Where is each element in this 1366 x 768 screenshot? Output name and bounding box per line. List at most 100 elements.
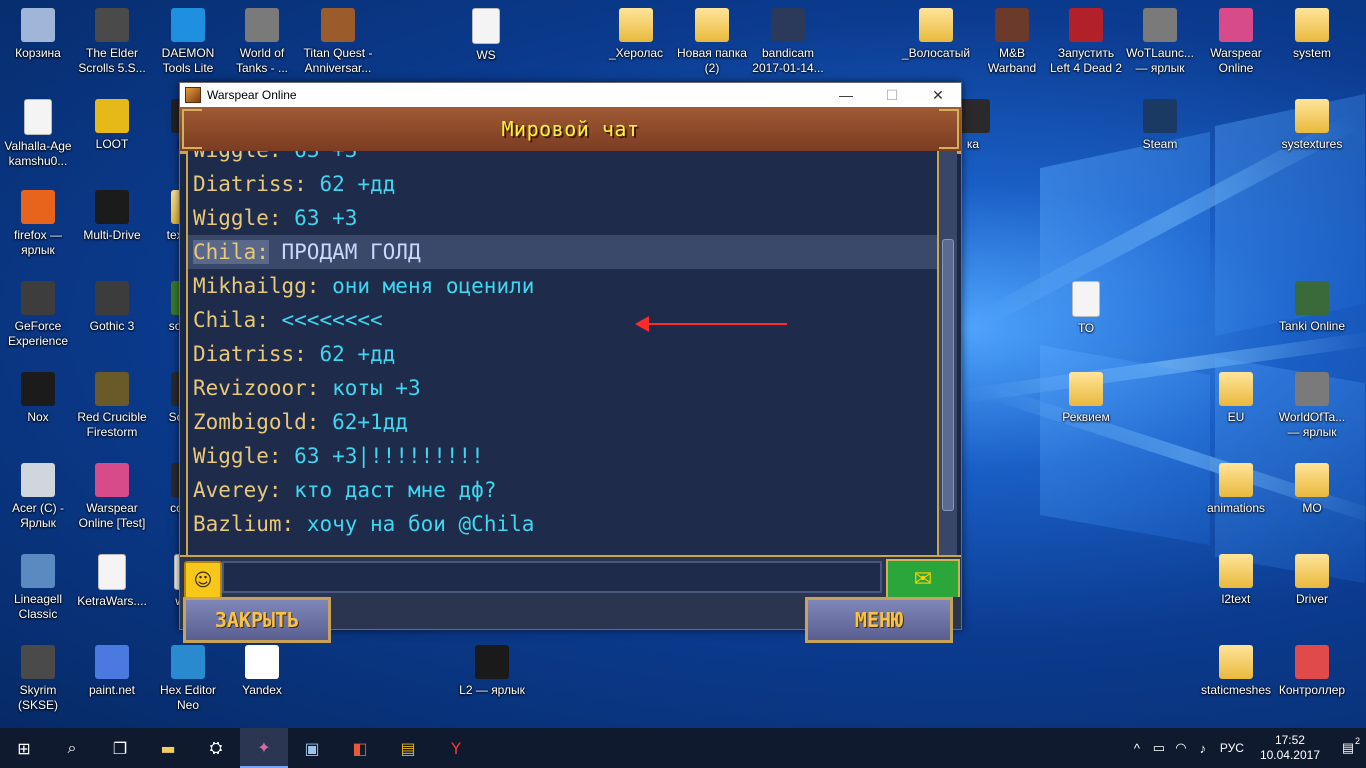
desktop-icon[interactable]: Titan Quest - Anniversar... (300, 8, 376, 76)
chat-nick[interactable]: Wiggle: (193, 444, 282, 468)
desktop-icon[interactable]: DAEMON Tools Lite (150, 8, 226, 76)
minimize-button[interactable]: — (823, 83, 869, 107)
maximize-button[interactable]: ☐ (869, 83, 915, 107)
chat-message[interactable]: Averey: кто даст мне дф? (188, 473, 939, 507)
chat-message[interactable]: Wiggle: 63 +3 (188, 201, 939, 235)
desktop-icon[interactable]: Yandex (224, 645, 300, 698)
warspear-icon[interactable]: ✦ (240, 728, 288, 768)
desktop-icon[interactable]: WS (448, 8, 524, 63)
control-panel-icon[interactable]: ▣ (288, 728, 336, 768)
desktop-icon[interactable]: l2text (1198, 554, 1274, 607)
installer-icon[interactable]: ◧ (336, 728, 384, 768)
desktop-icon[interactable]: Driver (1274, 554, 1350, 607)
desktop-icon[interactable]: firefox — ярлык (0, 190, 76, 258)
desktop-icon[interactable]: LOOT (74, 99, 150, 152)
chat-message[interactable]: Chila: <<<<<<<< (188, 303, 939, 337)
chat-scrollbar[interactable] (937, 151, 957, 555)
clock[interactable]: 17:52 10.04.2017 (1260, 733, 1320, 763)
chat-log[interactable]: Wiggle: 63 +3Diatriss: 62 +ддWiggle: 63 … (186, 151, 939, 555)
desktop-icon[interactable]: Gothic 3 (74, 281, 150, 334)
task-view-icon[interactable]: ❐ (96, 728, 144, 768)
chat-message[interactable]: Wiggle: 63 +3 (188, 151, 939, 167)
desktop-icon[interactable]: _Херолас (598, 8, 674, 61)
loot-icon[interactable]: ▤ (384, 728, 432, 768)
chat-nick[interactable]: Diatriss: (193, 172, 307, 196)
desktop-icon[interactable]: staticmeshes (1198, 645, 1274, 698)
language-indicator[interactable]: РУС (1220, 741, 1244, 755)
start-icon[interactable]: ⊞ (0, 728, 48, 768)
tray-chevron-icon[interactable]: ^ (1126, 741, 1148, 756)
chat-message[interactable]: Revizooor: коты +3 (188, 371, 939, 405)
desktop-icon[interactable]: _Волосатый (898, 8, 974, 61)
desktop-icon[interactable]: Valhalla-Age kamshu0... (0, 99, 76, 169)
desktop-icon[interactable]: Skyrim (SKSE) (0, 645, 76, 713)
desktop-icon[interactable]: Новая папка (2) (674, 8, 750, 76)
warspear-window[interactable]: Warspear Online — ☐ ✕ Мировой чат Wiggle… (179, 82, 962, 643)
chat-message[interactable]: Chila: ПРОДАМ ГОЛД (188, 235, 939, 269)
desktop-icon[interactable]: system (1274, 8, 1350, 61)
smiley-icon[interactable]: ☺ (184, 561, 222, 599)
chat-nick[interactable]: Chila: (193, 240, 269, 264)
desktop-icon[interactable]: Tanki Online (1274, 281, 1350, 334)
desktop-icon[interactable]: Контроллер (1274, 645, 1350, 698)
chat-message[interactable]: Diatriss: 62 +дд (188, 167, 939, 201)
desktop-icon[interactable]: Nox (0, 372, 76, 425)
close-window-button[interactable]: ✕ (915, 83, 961, 107)
desktop-icon[interactable]: Warspear Online (1198, 8, 1274, 76)
world-of-tanks-icon[interactable]: ⛭ (192, 728, 240, 768)
desktop-icon[interactable]: Запустить Left 4 Dead 2 (1048, 8, 1124, 76)
folder-icon (695, 8, 729, 42)
scrollbar-thumb[interactable] (942, 239, 954, 511)
desktop-icon[interactable]: KetraWars.... (74, 554, 150, 609)
desktop-icon[interactable]: Lineagell Classic (0, 554, 76, 622)
chat-message[interactable]: Wiggle: 63 +3|!!!!!!!!! (188, 439, 939, 473)
desktop-icon[interactable]: Multi-Drive (74, 190, 150, 243)
chat-nick[interactable]: Zombigold: (193, 410, 319, 434)
chat-nick[interactable]: Chila: (193, 308, 269, 332)
close-chat-button[interactable]: ЗАКРЫТЬ (183, 597, 331, 643)
send-mail-icon[interactable]: ✉ (886, 559, 960, 599)
volume-icon[interactable]: ♪ (1192, 741, 1214, 756)
desktop-icon[interactable]: systextures (1274, 99, 1350, 152)
desktop-icon[interactable]: Hex Editor Neo (150, 645, 226, 713)
desktop-icon[interactable]: Red Crucible Firestorm (74, 372, 150, 440)
desktop-icon[interactable]: WorldOfTa... — ярлык (1274, 372, 1350, 440)
notifications-icon[interactable]: ▤ 2 (1330, 736, 1366, 756)
desktop-icon[interactable]: animations (1198, 463, 1274, 516)
chat-nick[interactable]: Wiggle: (193, 206, 282, 230)
chat-message[interactable]: Diatriss: 62 +дд (188, 337, 939, 371)
desktop-icon[interactable]: bandicam 2017-01-14... (750, 8, 826, 76)
file-explorer-icon[interactable]: ▬ (144, 728, 192, 768)
chat-message[interactable]: Bazlium: хочу на бои @Chila (188, 507, 939, 541)
chat-input[interactable] (222, 561, 882, 593)
chat-nick[interactable]: Diatriss: (193, 342, 307, 366)
desktop-icon[interactable]: Warspear Online [Test] (74, 463, 150, 531)
window-titlebar[interactable]: Warspear Online — ☐ ✕ (180, 83, 961, 107)
chat-nick[interactable]: Averey: (193, 478, 282, 502)
menu-button[interactable]: МЕНЮ (805, 597, 953, 643)
search-icon[interactable]: ⌕ (48, 728, 96, 768)
desktop-icon[interactable]: Steam (1122, 99, 1198, 152)
desktop-icon[interactable]: Реквием (1048, 372, 1124, 425)
desktop-icon[interactable]: paint.net (74, 645, 150, 698)
chat-nick[interactable]: Revizooor: (193, 376, 319, 400)
desktop-icon[interactable]: The Elder Scrolls 5.S... (74, 8, 150, 76)
desktop-icon[interactable]: GeForce Experience (0, 281, 76, 349)
desktop-icon[interactable]: EU (1198, 372, 1274, 425)
desktop-icon[interactable]: WoTLaunc... — ярлык (1122, 8, 1198, 76)
yandex-icon[interactable]: Y (432, 728, 480, 768)
chat-nick[interactable]: Mikhailgg: (193, 274, 319, 298)
chat-message[interactable]: Zombigold: 62+1дд (188, 405, 939, 439)
chat-message[interactable]: Mikhailgg: они меня оценили (188, 269, 939, 303)
desktop-icon[interactable]: World of Tanks - ... (224, 8, 300, 76)
desktop-icon[interactable]: Корзина (0, 8, 76, 61)
desktop-icon[interactable]: ТО (1048, 281, 1124, 336)
wifi-icon[interactable]: ◠ (1170, 740, 1192, 756)
chat-nick[interactable]: Wiggle: (193, 151, 282, 162)
desktop-icon[interactable]: L2 — ярлык (454, 645, 530, 698)
desktop-icon[interactable]: Acer (C) - Ярлык (0, 463, 76, 531)
battery-icon[interactable]: ▭ (1148, 740, 1170, 756)
desktop-icon[interactable]: M&B Warband (974, 8, 1050, 76)
desktop-icon[interactable]: MO (1274, 463, 1350, 516)
chat-nick[interactable]: Bazlium: (193, 512, 294, 536)
